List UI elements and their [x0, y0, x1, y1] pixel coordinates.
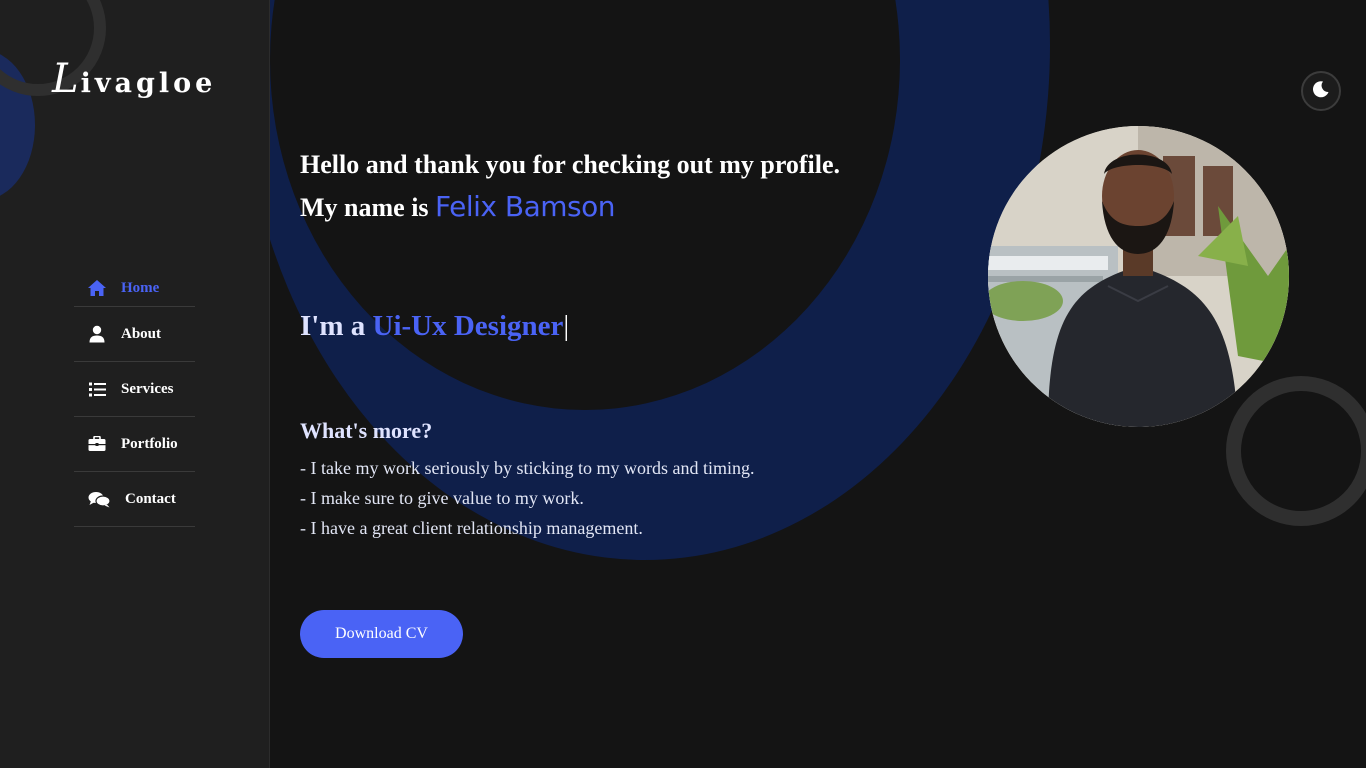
list-item: - I make sure to give value to my work. — [300, 488, 584, 508]
moon-icon — [1312, 80, 1330, 103]
list-item: - I have a great client relationship man… — [300, 518, 643, 538]
home-icon — [87, 278, 107, 298]
sidebar-item-contact[interactable]: Contact — [74, 472, 195, 527]
typing-caret: | — [563, 310, 570, 342]
chat-icon — [87, 489, 111, 509]
name-prefix: My name is — [300, 193, 436, 222]
theme-toggle-button[interactable] — [1301, 71, 1341, 111]
sidebar-item-services[interactable]: Services — [74, 362, 195, 417]
sidebar-item-label: Portfolio — [121, 435, 178, 452]
briefcase-icon — [87, 434, 107, 454]
profile-name: Felix Bamson — [435, 190, 615, 223]
sidebar-item-label: Contact — [125, 490, 176, 507]
sidebar: Livagloe Home About Services Portfolio C… — [0, 0, 270, 768]
logo-cap: L — [52, 56, 81, 102]
role-heading: I'm a Ui-Ux Designer| — [300, 310, 569, 343]
whats-more-heading: What's more? — [300, 418, 433, 443]
sidebar-item-home[interactable]: Home — [74, 270, 195, 307]
sidebar-item-about[interactable]: About — [74, 307, 195, 362]
list-icon — [87, 379, 107, 399]
highlights-list: - I take my work seriously by sticking t… — [300, 453, 860, 543]
role-prefix: I'm a — [300, 310, 373, 342]
greeting-line: Hello and thank you for checking out my … — [300, 150, 841, 179]
sidebar-item-label: Services — [121, 380, 174, 397]
user-icon — [87, 324, 107, 344]
logo[interactable]: Livagloe — [52, 56, 216, 102]
download-cv-button[interactable]: Download CV — [300, 610, 463, 658]
sidebar-item-label: About — [121, 325, 162, 342]
page: Livagloe Home About Services Portfolio C… — [0, 0, 1366, 768]
greeting-heading: Hello and thank you for checking out my … — [300, 144, 940, 229]
sidebar-item-label: Home — [121, 279, 160, 296]
logo-text: ivagloe — [80, 68, 217, 99]
sidebar-nav: Home About Services Portfolio Contact — [74, 270, 195, 527]
role-title: Ui-Ux Designer — [372, 310, 564, 342]
profile-photo — [988, 126, 1289, 427]
decorative-ring-right — [1226, 376, 1366, 526]
list-item: - I take my work seriously by sticking t… — [300, 458, 755, 478]
sidebar-item-portfolio[interactable]: Portfolio — [74, 417, 195, 472]
